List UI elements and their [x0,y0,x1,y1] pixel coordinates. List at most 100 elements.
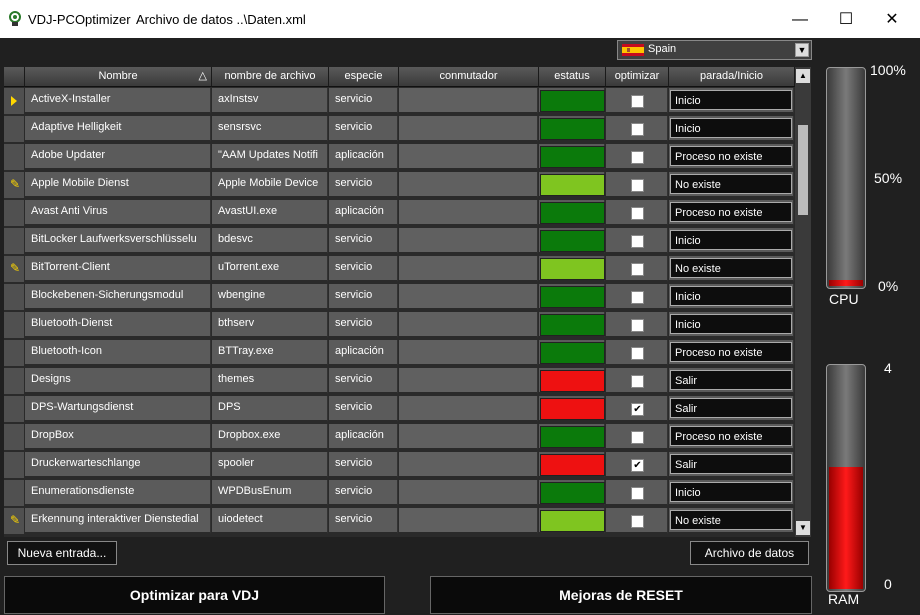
column-header-file[interactable]: nombre de archivo [212,67,329,87]
file-name-cell[interactable]: uiodetect [212,508,328,534]
file-name-cell[interactable]: themes [212,368,328,394]
scroll-thumb[interactable] [798,125,808,215]
type-cell[interactable]: servicio [329,368,398,394]
table-scrollbar[interactable]: ▲ ▼ [795,67,811,537]
row-selector[interactable] [4,396,24,424]
row-selector[interactable] [4,88,24,116]
switch-cell[interactable] [399,200,538,226]
stop-start-action[interactable]: No existe [670,510,792,530]
new-entry-button[interactable]: Nueva entrada... [7,541,117,565]
service-name-cell[interactable]: BitLocker Laufwerksverschlüsselu [25,228,211,254]
data-file-button[interactable]: Archivo de datos [690,541,809,565]
switch-cell[interactable] [399,144,538,170]
switch-cell[interactable] [399,116,538,142]
switch-cell[interactable] [399,480,538,506]
type-cell[interactable]: servicio [329,228,398,254]
service-name-cell[interactable]: Designs [25,368,211,394]
file-name-cell[interactable]: "AAM Updates Notifi [212,144,328,170]
service-name-cell[interactable]: Bluetooth-Icon [25,340,211,366]
service-name-cell[interactable]: Druckerwarteschlange [25,452,211,478]
language-select[interactable]: Spain ▼ [617,40,812,60]
stop-start-action[interactable]: No existe [670,174,792,194]
row-selector[interactable] [4,144,24,172]
switch-cell[interactable] [399,284,538,310]
optimize-checkbox-checked[interactable]: ✔ [631,403,644,416]
optimize-checkbox[interactable] [631,207,644,220]
column-header-switch[interactable]: conmutador [399,67,539,87]
file-name-cell[interactable]: sensrsvc [212,116,328,142]
file-name-cell[interactable]: uTorrent.exe [212,256,328,282]
optimize-checkbox[interactable] [631,515,644,528]
switch-cell[interactable] [399,172,538,198]
type-cell[interactable]: aplicación [329,340,398,366]
type-cell[interactable]: servicio [329,452,398,478]
row-selector[interactable] [4,368,24,396]
type-cell[interactable]: aplicación [329,424,398,450]
service-name-cell[interactable]: Enumerationsdienste [25,480,211,506]
stop-start-action[interactable]: Salir [670,454,792,474]
type-cell[interactable]: servicio [329,284,398,310]
stop-start-action[interactable]: No existe [670,258,792,278]
close-button[interactable]: ✕ [872,6,912,34]
file-name-cell[interactable]: bthserv [212,312,328,338]
maximize-button[interactable]: ☐ [826,6,866,34]
type-cell[interactable]: servicio [329,256,398,282]
stop-start-action[interactable]: Inicio [670,230,792,250]
stop-start-action[interactable]: Inicio [670,286,792,306]
row-selector[interactable]: ✎ [4,508,24,536]
type-cell[interactable]: servicio [329,312,398,338]
column-header-optimize[interactable]: optimizar [606,67,669,87]
service-name-cell[interactable]: Bluetooth-Dienst [25,312,211,338]
scroll-up-icon[interactable]: ▲ [796,69,810,83]
stop-start-action[interactable]: Proceso no existe [670,146,792,166]
optimize-button[interactable]: Optimizar para VDJ [4,576,385,614]
row-selector[interactable] [4,116,24,144]
optimize-checkbox[interactable] [631,347,644,360]
optimize-checkbox[interactable] [631,179,644,192]
switch-cell[interactable] [399,340,538,366]
stop-start-action[interactable]: Salir [670,370,792,390]
column-header-stop-start[interactable]: parada/Inicio [669,67,795,87]
file-name-cell[interactable]: Dropbox.exe [212,424,328,450]
reset-button[interactable]: Mejoras de RESET [430,576,812,614]
type-cell[interactable]: servicio [329,172,398,198]
switch-cell[interactable] [399,228,538,254]
row-selector[interactable] [4,200,24,228]
stop-start-action[interactable]: Inicio [670,90,792,110]
stop-start-action[interactable]: Proceso no existe [670,426,792,446]
optimize-checkbox[interactable] [631,487,644,500]
switch-cell[interactable] [399,256,538,282]
row-selector[interactable] [4,452,24,480]
optimize-checkbox[interactable] [631,95,644,108]
switch-cell[interactable] [399,312,538,338]
optimize-checkbox[interactable] [631,151,644,164]
stop-start-action[interactable]: Proceso no existe [670,342,792,362]
type-cell[interactable]: aplicación [329,144,398,170]
row-selector[interactable] [4,284,24,312]
optimize-checkbox[interactable] [631,319,644,332]
stop-start-action[interactable]: Inicio [670,118,792,138]
optimize-checkbox[interactable] [631,291,644,304]
optimize-checkbox[interactable] [631,375,644,388]
service-name-cell[interactable]: Adobe Updater [25,144,211,170]
optimize-checkbox[interactable] [631,431,644,444]
service-name-cell[interactable]: Blockebenen-Sicherungsmodul [25,284,211,310]
file-name-cell[interactable]: BTTray.exe [212,340,328,366]
row-selector[interactable] [4,424,24,452]
service-name-cell[interactable]: DropBox [25,424,211,450]
switch-cell[interactable] [399,396,538,422]
service-name-cell[interactable]: Erkennung interaktiver Dienstedial [25,508,211,534]
stop-start-action[interactable]: Inicio [670,314,792,334]
row-selector[interactable] [4,340,24,368]
row-selector[interactable]: ✎ [4,256,24,284]
service-name-cell[interactable]: Avast Anti Virus [25,200,211,226]
file-name-cell[interactable]: AvastUI.exe [212,200,328,226]
switch-cell[interactable] [399,452,538,478]
switch-cell[interactable] [399,424,538,450]
chevron-down-icon[interactable]: ▼ [795,43,809,57]
switch-cell[interactable] [399,368,538,394]
file-name-cell[interactable]: Apple Mobile Device [212,172,328,198]
file-name-cell[interactable]: DPS [212,396,328,422]
service-name-cell[interactable]: BitTorrent-Client [25,256,211,282]
type-cell[interactable]: servicio [329,116,398,142]
